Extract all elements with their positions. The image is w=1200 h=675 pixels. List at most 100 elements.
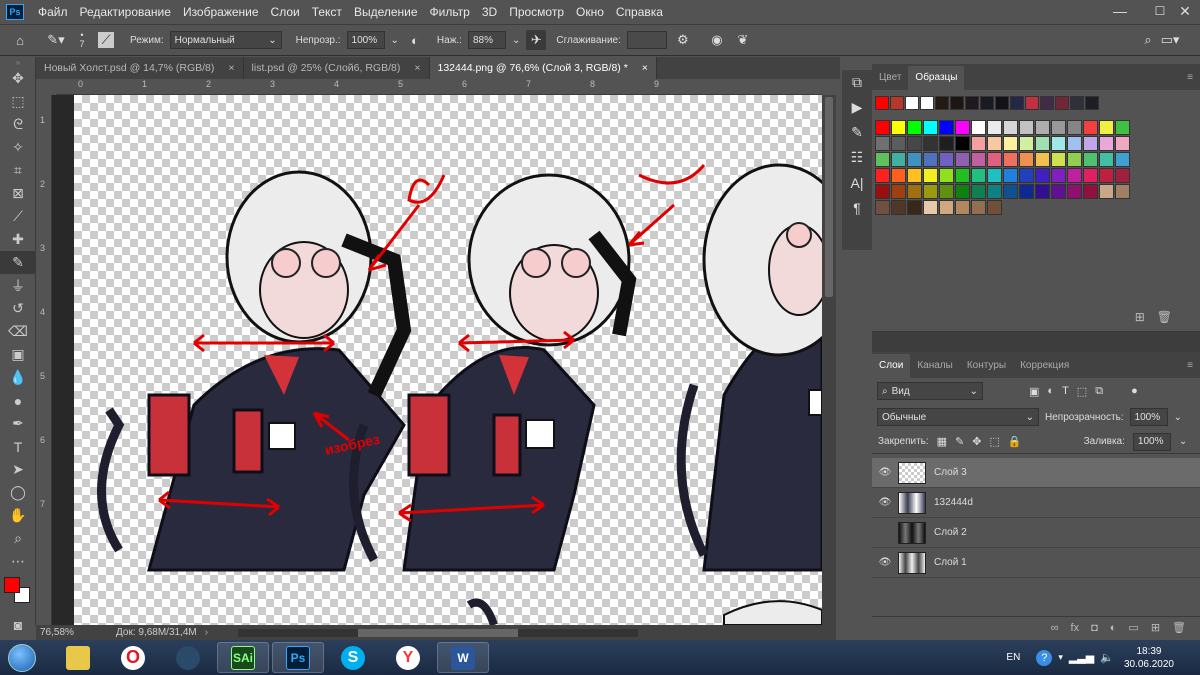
color-swatch[interactable] (971, 152, 986, 167)
lasso-tool-icon[interactable]: ᘓ (0, 113, 36, 136)
color-swatch[interactable] (923, 136, 938, 151)
color-swatch[interactable] (1051, 120, 1066, 135)
color-swatch[interactable] (1035, 136, 1050, 151)
taskbar-skype[interactable]: S (327, 642, 379, 673)
volume-icon[interactable]: 🔈 (1100, 651, 1114, 664)
color-swatch[interactable] (939, 136, 954, 151)
quick-mask-icon[interactable]: ◙ (0, 613, 36, 636)
color-swatch[interactable] (1051, 184, 1066, 199)
color-swatch[interactable] (971, 168, 986, 183)
color-swatch[interactable] (1051, 136, 1066, 151)
color-swatch[interactable] (1099, 136, 1114, 151)
pressure-opacity-icon[interactable]: ◐ (405, 30, 425, 50)
symmetry-butterfly-icon[interactable]: ❦ (733, 30, 753, 50)
taskbar-network[interactable] (162, 642, 214, 673)
color-swatch[interactable] (907, 200, 922, 215)
close-icon[interactable]: × (228, 57, 234, 79)
tab-layers[interactable]: Слои (872, 354, 911, 378)
color-swatch[interactable] (971, 200, 986, 215)
color-swatch[interactable] (955, 184, 970, 199)
crop-tool-icon[interactable]: ⌗ (0, 159, 36, 182)
color-swatch[interactable] (1055, 96, 1069, 110)
tray-expand-icon[interactable]: ▾ (1058, 652, 1063, 663)
history-panel-icon[interactable]: ⧉ (842, 70, 872, 95)
path-select-tool-icon[interactable]: ➤ (0, 458, 36, 481)
tab-paths[interactable]: Контуры (960, 354, 1013, 378)
color-swatch[interactable] (1099, 152, 1114, 167)
color-swatch[interactable] (875, 184, 890, 199)
gear-icon[interactable]: ⚙ (673, 30, 693, 50)
color-swatch[interactable] (1085, 96, 1099, 110)
color-swatch[interactable] (920, 96, 934, 110)
close-button[interactable]: ✕ (1170, 0, 1200, 24)
color-swatch[interactable] (875, 200, 890, 215)
new-layer-icon[interactable]: ⊞ (1151, 621, 1160, 634)
brush-settings-icon[interactable]: ✎ (842, 120, 872, 145)
color-swatch[interactable] (891, 200, 906, 215)
color-swatch[interactable] (1035, 168, 1050, 183)
foreground-color-swatch[interactable] (4, 577, 20, 593)
filter-smart-icon[interactable]: ⧉ (1095, 385, 1103, 398)
color-swatch[interactable] (1067, 184, 1082, 199)
color-swatch[interactable] (1115, 136, 1130, 151)
color-swatch[interactable] (875, 120, 890, 135)
opacity-field[interactable]: 100% (346, 31, 385, 49)
pen-tool-icon[interactable]: ✒ (0, 412, 36, 435)
color-swatch[interactable] (1099, 184, 1114, 199)
color-swatch[interactable] (1083, 136, 1098, 151)
color-swatch[interactable] (923, 200, 938, 215)
start-button[interactable] (0, 640, 44, 675)
zoom-tool-icon[interactable]: ⌕ (0, 527, 36, 550)
color-swatch[interactable] (907, 168, 922, 183)
color-swatch[interactable] (923, 120, 938, 135)
minimize-button[interactable]: — (1100, 0, 1140, 24)
taskbar-explorer[interactable] (52, 642, 104, 673)
tab-channels[interactable]: Каналы (910, 354, 960, 378)
color-swatch[interactable] (1035, 184, 1050, 199)
color-swatch[interactable] (950, 96, 964, 110)
blur-tool-icon[interactable]: 💧 (0, 366, 36, 389)
color-swatch[interactable] (1115, 152, 1130, 167)
brush-panel-toggle-icon[interactable]: ⟋ (98, 32, 114, 48)
hand-tool-icon[interactable]: ✋ (0, 504, 36, 527)
menu-window[interactable]: Окно (570, 0, 610, 24)
color-swatch[interactable] (939, 200, 954, 215)
color-swatch[interactable] (1003, 184, 1018, 199)
chevron-down-icon[interactable]: ⌄ (1179, 436, 1187, 447)
menu-file[interactable]: Файл (32, 0, 74, 24)
color-swatch[interactable] (1003, 136, 1018, 151)
color-swatch[interactable] (1067, 152, 1082, 167)
color-swatch[interactable] (923, 168, 938, 183)
color-swatch[interactable] (1067, 120, 1082, 135)
panel-menu-icon[interactable]: ≡ (1180, 66, 1200, 90)
character-panel-icon[interactable]: A| (842, 170, 872, 195)
color-swatch[interactable] (939, 184, 954, 199)
menu-type[interactable]: Текст (306, 0, 348, 24)
eye-icon[interactable]: 👁 (872, 467, 898, 478)
brush-size-picker[interactable]: • 7 (72, 30, 92, 50)
tab-document-3[interactable]: 132444.png @ 76,6% (Слой 3, RGB/8) * × (429, 57, 657, 79)
color-swatch[interactable] (1019, 168, 1034, 183)
menu-edit[interactable]: Редактирование (74, 0, 177, 24)
color-swatch[interactable] (1051, 168, 1066, 183)
color-swatch[interactable] (987, 136, 1002, 151)
panel-menu-icon[interactable]: ≡ (1180, 354, 1200, 378)
trash-icon[interactable]: 🗑 (1157, 310, 1172, 331)
menu-image[interactable]: Изображение (177, 0, 265, 24)
color-swatch[interactable] (1025, 96, 1039, 110)
color-swatch[interactable] (1003, 120, 1018, 135)
color-swatch[interactable] (1035, 120, 1050, 135)
scrollbar-thumb[interactable] (358, 628, 519, 637)
color-swatch[interactable] (1067, 168, 1082, 183)
taskbar-yandex[interactable]: Y (382, 642, 434, 673)
filter-toggle-icon[interactable]: ● (1131, 385, 1138, 397)
close-icon[interactable]: × (642, 57, 648, 79)
color-swatch[interactable] (955, 120, 970, 135)
color-swatch[interactable] (987, 184, 1002, 199)
zoom-level[interactable]: 76,58% (36, 627, 116, 638)
color-swatch[interactable] (907, 184, 922, 199)
lock-all-icon[interactable]: 🔒 (1008, 435, 1022, 448)
layer-filter-select[interactable]: ⌕ Вид ⌄ (877, 382, 983, 400)
document-canvas[interactable]: изобрез (74, 95, 822, 625)
lock-artboard-icon[interactable]: ⬚ (990, 435, 1000, 448)
